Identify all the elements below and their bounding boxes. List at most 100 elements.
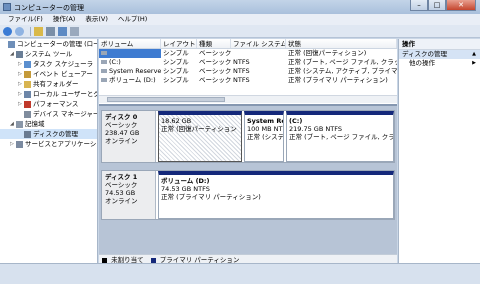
disk-0[interactable]: ディスク 0 ベーシック 238.47 GB オンライン 18.62 GB 正常… <box>101 110 395 163</box>
tree-item-label: ローカル ユーザーとグ <box>33 90 98 98</box>
back-icon[interactable] <box>3 26 12 36</box>
tree-node-icon <box>8 40 15 48</box>
tree-item-label: パフォーマンス <box>33 100 79 108</box>
close-button[interactable]: ✕ <box>446 0 476 11</box>
tree-item[interactable]: ディスクの管理 <box>0 129 97 139</box>
tree-item-label: 共有フォルダー <box>33 80 79 88</box>
col-layout[interactable]: レイアウト <box>161 39 197 48</box>
partition-status: 正常 (回復パーティション <box>161 125 237 133</box>
volume-row[interactable]: (C:) シンプル ベーシック NTFS 正常 (ブート, ページ ファイル, クラッ <box>99 58 397 67</box>
collapse-icon[interactable]: ▲ <box>472 50 476 59</box>
col-filesystem[interactable]: ファイル システム <box>231 39 286 48</box>
menu-file[interactable]: ファイル(F) <box>8 14 43 25</box>
window-title: コンピューターの管理 <box>14 4 84 12</box>
toolbar-separator <box>30 26 31 36</box>
col-type[interactable]: 種類 <box>197 39 231 48</box>
tree-item[interactable]: コンピューターの管理 (ローカ <box>0 39 97 49</box>
tree-item[interactable]: ▷ タスク スケジューラ <box>0 59 97 69</box>
tree-item[interactable]: ▷ ローカル ユーザーとグ <box>0 89 97 99</box>
disk-1-info[interactable]: ディスク 1 ベーシック 74.53 GB オンライン <box>102 171 156 219</box>
tree-item-label: イベント ビューアー <box>33 70 93 78</box>
volume-name: ボリューム (D:) <box>109 76 156 84</box>
more-actions[interactable]: 他の操作 ▶ <box>399 59 480 68</box>
volume-name: (C:) <box>109 58 121 66</box>
volume-list-header: ボリューム レイアウト 種類 ファイル システム 状態 <box>99 39 397 49</box>
submenu-arrow-icon: ▶ <box>472 60 476 66</box>
unallocated-swatch <box>102 257 107 263</box>
tree-node-icon <box>24 70 31 78</box>
volume-cell-type: ベーシック <box>199 49 231 57</box>
volume-cell-status: 正常 (プライマリ パーティション) <box>288 76 388 84</box>
volume-cell-layout: シンプル <box>163 67 189 75</box>
partition-size: 219.75 GB NTFS <box>289 125 342 133</box>
actions-section-disk-management[interactable]: ディスクの管理 ▲ <box>399 50 480 59</box>
partition-recovery[interactable]: 18.62 GB 正常 (回復パーティション <box>158 111 242 162</box>
tree-item[interactable]: ▷サービスとアプリケーション <box>0 139 97 149</box>
horizontal-scrollbar[interactable] <box>99 95 397 103</box>
disk-state: オンライン <box>105 137 138 145</box>
volume-cell-fs: NTFS <box>233 58 250 66</box>
menu-action[interactable]: 操作(A) <box>53 14 76 25</box>
tree-item-label: ディスクの管理 <box>33 130 79 138</box>
tree-node-icon <box>16 120 23 128</box>
scrollbar-thumb[interactable] <box>107 97 225 102</box>
volume-cell-status: 正常 (ブート, ページ ファイル, クラッ <box>288 58 397 66</box>
col-volume[interactable]: ボリューム <box>99 39 161 48</box>
partition-size: 18.62 GB <box>161 117 192 125</box>
disk-name: ディスク 0 <box>105 113 138 121</box>
partition-size: 74.53 GB NTFS <box>161 185 210 193</box>
partition-status: 正常 (ブート, ページ ファイル, クラッ <box>289 133 394 141</box>
volume-cell-layout: シンプル <box>163 58 189 66</box>
minimize-button[interactable]: – <box>410 0 428 11</box>
partition-system-reserved[interactable]: System Re 100 MB NTI 正常 (システ <box>244 111 284 162</box>
disk-kind: ベーシック <box>105 121 138 129</box>
partition-d[interactable]: ボリューム (D:) 74.53 GB NTFS 正常 (プライマリ パーティシ… <box>158 171 394 219</box>
graphical-disk-view: ディスク 0 ベーシック 238.47 GB オンライン 18.62 GB 正常… <box>99 104 397 265</box>
volume-cell-layout: シンプル <box>163 76 189 84</box>
volume-cell-fs <box>231 49 286 58</box>
volume-icon <box>101 60 107 64</box>
tree-item[interactable]: ◢ 記憶域 <box>0 119 97 129</box>
tree-node-icon <box>24 80 31 88</box>
more-actions-label: 他の操作 <box>409 59 435 67</box>
tree-item[interactable]: ▷ パフォーマンス <box>0 99 97 109</box>
tree-item-label: サービスとアプリケーション <box>25 140 97 148</box>
volume-cell-type: ベーシック <box>199 67 231 75</box>
partition-c[interactable]: (C:) 219.75 GB NTFS 正常 (ブート, ページ ファイル, ク… <box>286 111 394 162</box>
disk-1[interactable]: ディスク 1 ベーシック 74.53 GB オンライン ボリューム (D:) 7… <box>101 170 395 220</box>
partition-name: (C:) <box>289 117 303 125</box>
actions-section-label: ディスクの管理 <box>402 50 448 58</box>
help-icon[interactable] <box>58 26 67 36</box>
menu-help[interactable]: ヘルプ(H) <box>118 14 147 25</box>
volume-row[interactable]: ボリューム (D:) シンプル ベーシック NTFS 正常 (プライマリ パーティション… <box>99 76 397 85</box>
volume-icon <box>101 78 107 82</box>
volume-row[interactable]: シンプル ベーシック 正常 (回復パーティション) <box>99 49 397 58</box>
tree-node-icon <box>24 110 31 118</box>
volume-cell-name: ボリューム (D:) <box>99 76 161 85</box>
disk-0-info[interactable]: ディスク 0 ベーシック 238.47 GB オンライン <box>102 111 156 162</box>
tree-item-label: タスク スケジューラ <box>33 60 94 68</box>
partition-name: ボリューム (D:) <box>161 177 210 185</box>
tree-item[interactable]: ▷ イベント ビューアー <box>0 69 97 79</box>
maximize-button[interactable]: □ <box>428 0 446 11</box>
status-bar <box>0 263 480 284</box>
disk-name: ディスク 1 <box>105 173 138 181</box>
primary-swatch <box>150 257 156 263</box>
actions-pane: 操作 ディスクの管理 ▲ 他の操作 ▶ <box>398 39 480 263</box>
disk-size: 238.47 GB <box>105 129 140 137</box>
disk-size: 74.53 GB <box>105 189 136 197</box>
show-hide-tree-icon[interactable] <box>46 26 55 36</box>
col-status[interactable]: 状態 <box>286 39 397 48</box>
volume-icon <box>101 51 107 55</box>
tree-item[interactable]: ◢ システム ツール <box>0 49 97 59</box>
menu-view[interactable]: 表示(V) <box>85 14 108 25</box>
forward-icon[interactable] <box>15 26 24 36</box>
volume-cell-type: ベーシック <box>199 58 231 66</box>
properties-icon[interactable] <box>70 26 79 36</box>
volume-cell-layout: シンプル <box>163 49 189 57</box>
tree-item[interactable]: デバイス マネージャー <box>0 109 97 119</box>
tree-node-icon <box>16 140 23 148</box>
tree-item[interactable]: ▷ 共有フォルダー <box>0 79 97 89</box>
volume-row[interactable]: System Reserved シンプル ベーシック NTFS 正常 (システム, アク… <box>99 67 397 76</box>
up-folder-icon[interactable] <box>34 26 43 36</box>
